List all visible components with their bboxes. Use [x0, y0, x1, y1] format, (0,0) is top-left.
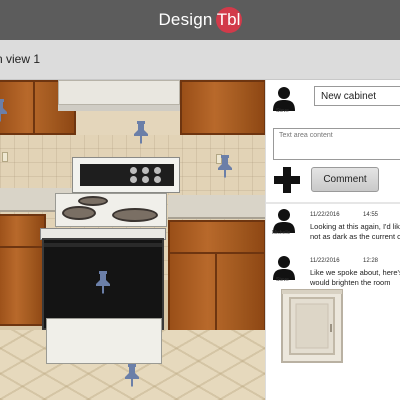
app-logo[interactable]: Design Tbl [158, 7, 242, 33]
stove-burner [78, 196, 108, 206]
logo-text: Design [158, 10, 213, 29]
logo-badge: Tbl [215, 7, 242, 33]
photo-range-hood-strip [58, 105, 180, 111]
comment-button[interactable]: Comment [311, 167, 379, 192]
cabinet-attachment-image[interactable] [280, 288, 344, 364]
stove-knob [154, 176, 161, 183]
comment-textarea[interactable] [273, 128, 400, 160]
comment-time: 12:28 [363, 258, 379, 264]
comment-time: 14:55 [363, 212, 379, 218]
compose-user-name: Steve [276, 108, 289, 114]
view-bar: n view 1 [0, 40, 400, 80]
photo-stovetop [55, 193, 167, 227]
photo-outlet [2, 152, 8, 162]
view-title: n view 1 [0, 52, 41, 66]
stove-burner [112, 208, 158, 222]
comment-text-line: Like we spoke about, here's [310, 268, 400, 277]
stove-knob [130, 167, 137, 174]
pin-icon[interactable] [132, 120, 150, 144]
comment-date: 11/22/2016 [310, 258, 340, 264]
cabinet-seam [215, 254, 218, 334]
app-header: Design Tbl [0, 0, 400, 40]
photo-upper-cabinet-right [180, 80, 265, 135]
stove-knob [130, 176, 137, 183]
comment-author: Steve [276, 277, 289, 283]
title-input[interactable] [314, 86, 400, 106]
cabinet-seam [0, 246, 44, 248]
stove-knob [142, 167, 149, 174]
stove-burner [62, 206, 96, 220]
plus-icon[interactable] [273, 166, 301, 194]
photo-range-hood [58, 80, 180, 105]
comment-date: 11/22/2016 [310, 212, 340, 218]
stove-knob [154, 167, 161, 174]
comment-text-line: Looking at this again, I'd like [310, 222, 400, 231]
panel-divider [266, 202, 400, 204]
pin-icon[interactable] [94, 270, 112, 294]
comment-text-line: not as dark as the current o [310, 232, 400, 241]
kitchen-photo[interactable] [0, 80, 265, 400]
cabinet-seam [33, 82, 36, 133]
comment-author: Michelle [272, 230, 291, 236]
photo-lower-cabinet-right [168, 220, 265, 336]
pin-icon[interactable] [123, 363, 141, 387]
photo-oven-handle [44, 243, 162, 247]
photo-stove-panel [80, 164, 174, 186]
pin-icon[interactable] [0, 98, 9, 122]
comment-text-line: would brighten the room [310, 278, 391, 287]
photo-counter-right [168, 195, 265, 219]
photo-stove-drawer [46, 318, 162, 364]
pin-icon[interactable] [216, 154, 234, 178]
stove-knob [142, 176, 149, 183]
comment-panel: Steve Comment Michelle 11/22/2016 14:55 … [265, 80, 400, 400]
